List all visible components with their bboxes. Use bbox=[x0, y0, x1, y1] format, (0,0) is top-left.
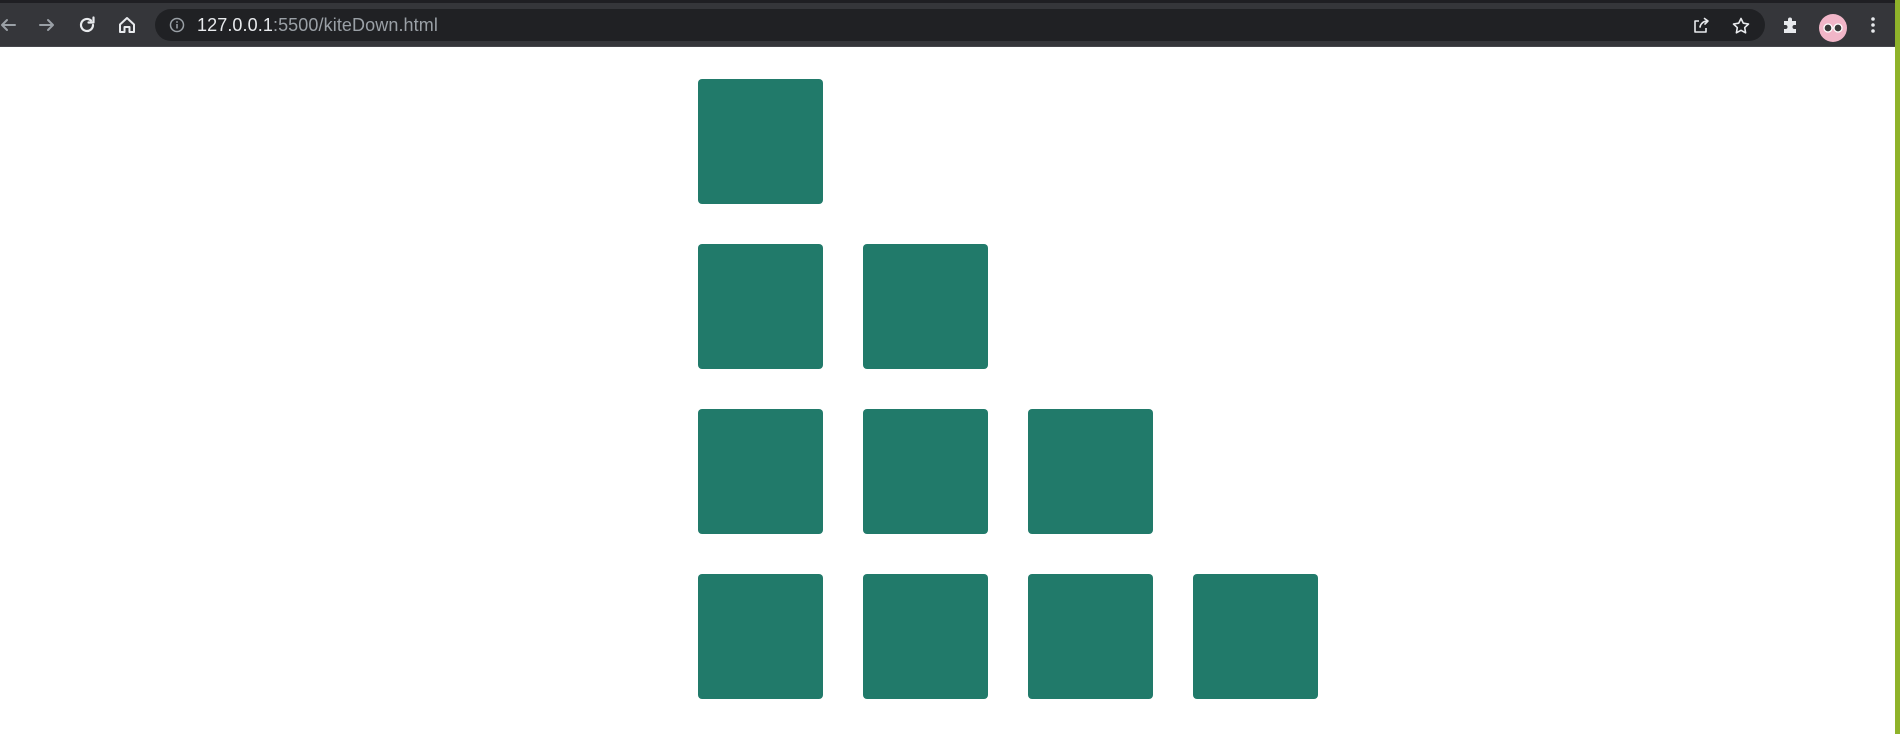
star-icon bbox=[1732, 17, 1750, 34]
green-tile bbox=[1028, 409, 1153, 534]
glasses-icon bbox=[1823, 23, 1843, 33]
share-button[interactable] bbox=[1690, 15, 1712, 37]
green-tile bbox=[1193, 574, 1318, 699]
green-tile bbox=[698, 244, 823, 369]
green-tile bbox=[698, 574, 823, 699]
tile-pattern bbox=[0, 48, 1895, 734]
info-icon[interactable] bbox=[169, 17, 185, 33]
browser-toolbar: 127.0.0.1:5500/kiteDown.html bbox=[0, 3, 1900, 47]
back-arrow-icon bbox=[1, 19, 16, 31]
address-bar[interactable]: 127.0.0.1:5500/kiteDown.html bbox=[155, 9, 1765, 41]
share-icon bbox=[1694, 17, 1709, 33]
window-edge-accent bbox=[1895, 0, 1900, 734]
kebab-menu-icon bbox=[1871, 17, 1875, 33]
green-tile bbox=[863, 409, 988, 534]
avatar[interactable] bbox=[1819, 14, 1847, 42]
back-button[interactable] bbox=[0, 11, 22, 39]
forward-button[interactable] bbox=[33, 11, 61, 39]
bookmark-button[interactable] bbox=[1730, 15, 1752, 37]
green-tile bbox=[863, 244, 988, 369]
puzzle-icon bbox=[1784, 17, 1796, 33]
url-path: :5500/kiteDown.html bbox=[272, 15, 438, 35]
url-text[interactable]: 127.0.0.1:5500/kiteDown.html bbox=[197, 16, 438, 34]
home-button[interactable] bbox=[113, 11, 141, 39]
forward-arrow-icon bbox=[39, 19, 54, 31]
browser-menu-button[interactable] bbox=[1862, 14, 1884, 36]
green-tile bbox=[698, 409, 823, 534]
extensions-button[interactable] bbox=[1780, 14, 1802, 36]
reload-button[interactable] bbox=[73, 11, 101, 39]
home-icon bbox=[119, 17, 135, 33]
green-tile bbox=[863, 574, 988, 699]
url-host: 127.0.0.1 bbox=[197, 15, 273, 35]
green-tile bbox=[1028, 574, 1153, 699]
green-tile bbox=[698, 79, 823, 204]
reload-icon bbox=[79, 16, 95, 33]
